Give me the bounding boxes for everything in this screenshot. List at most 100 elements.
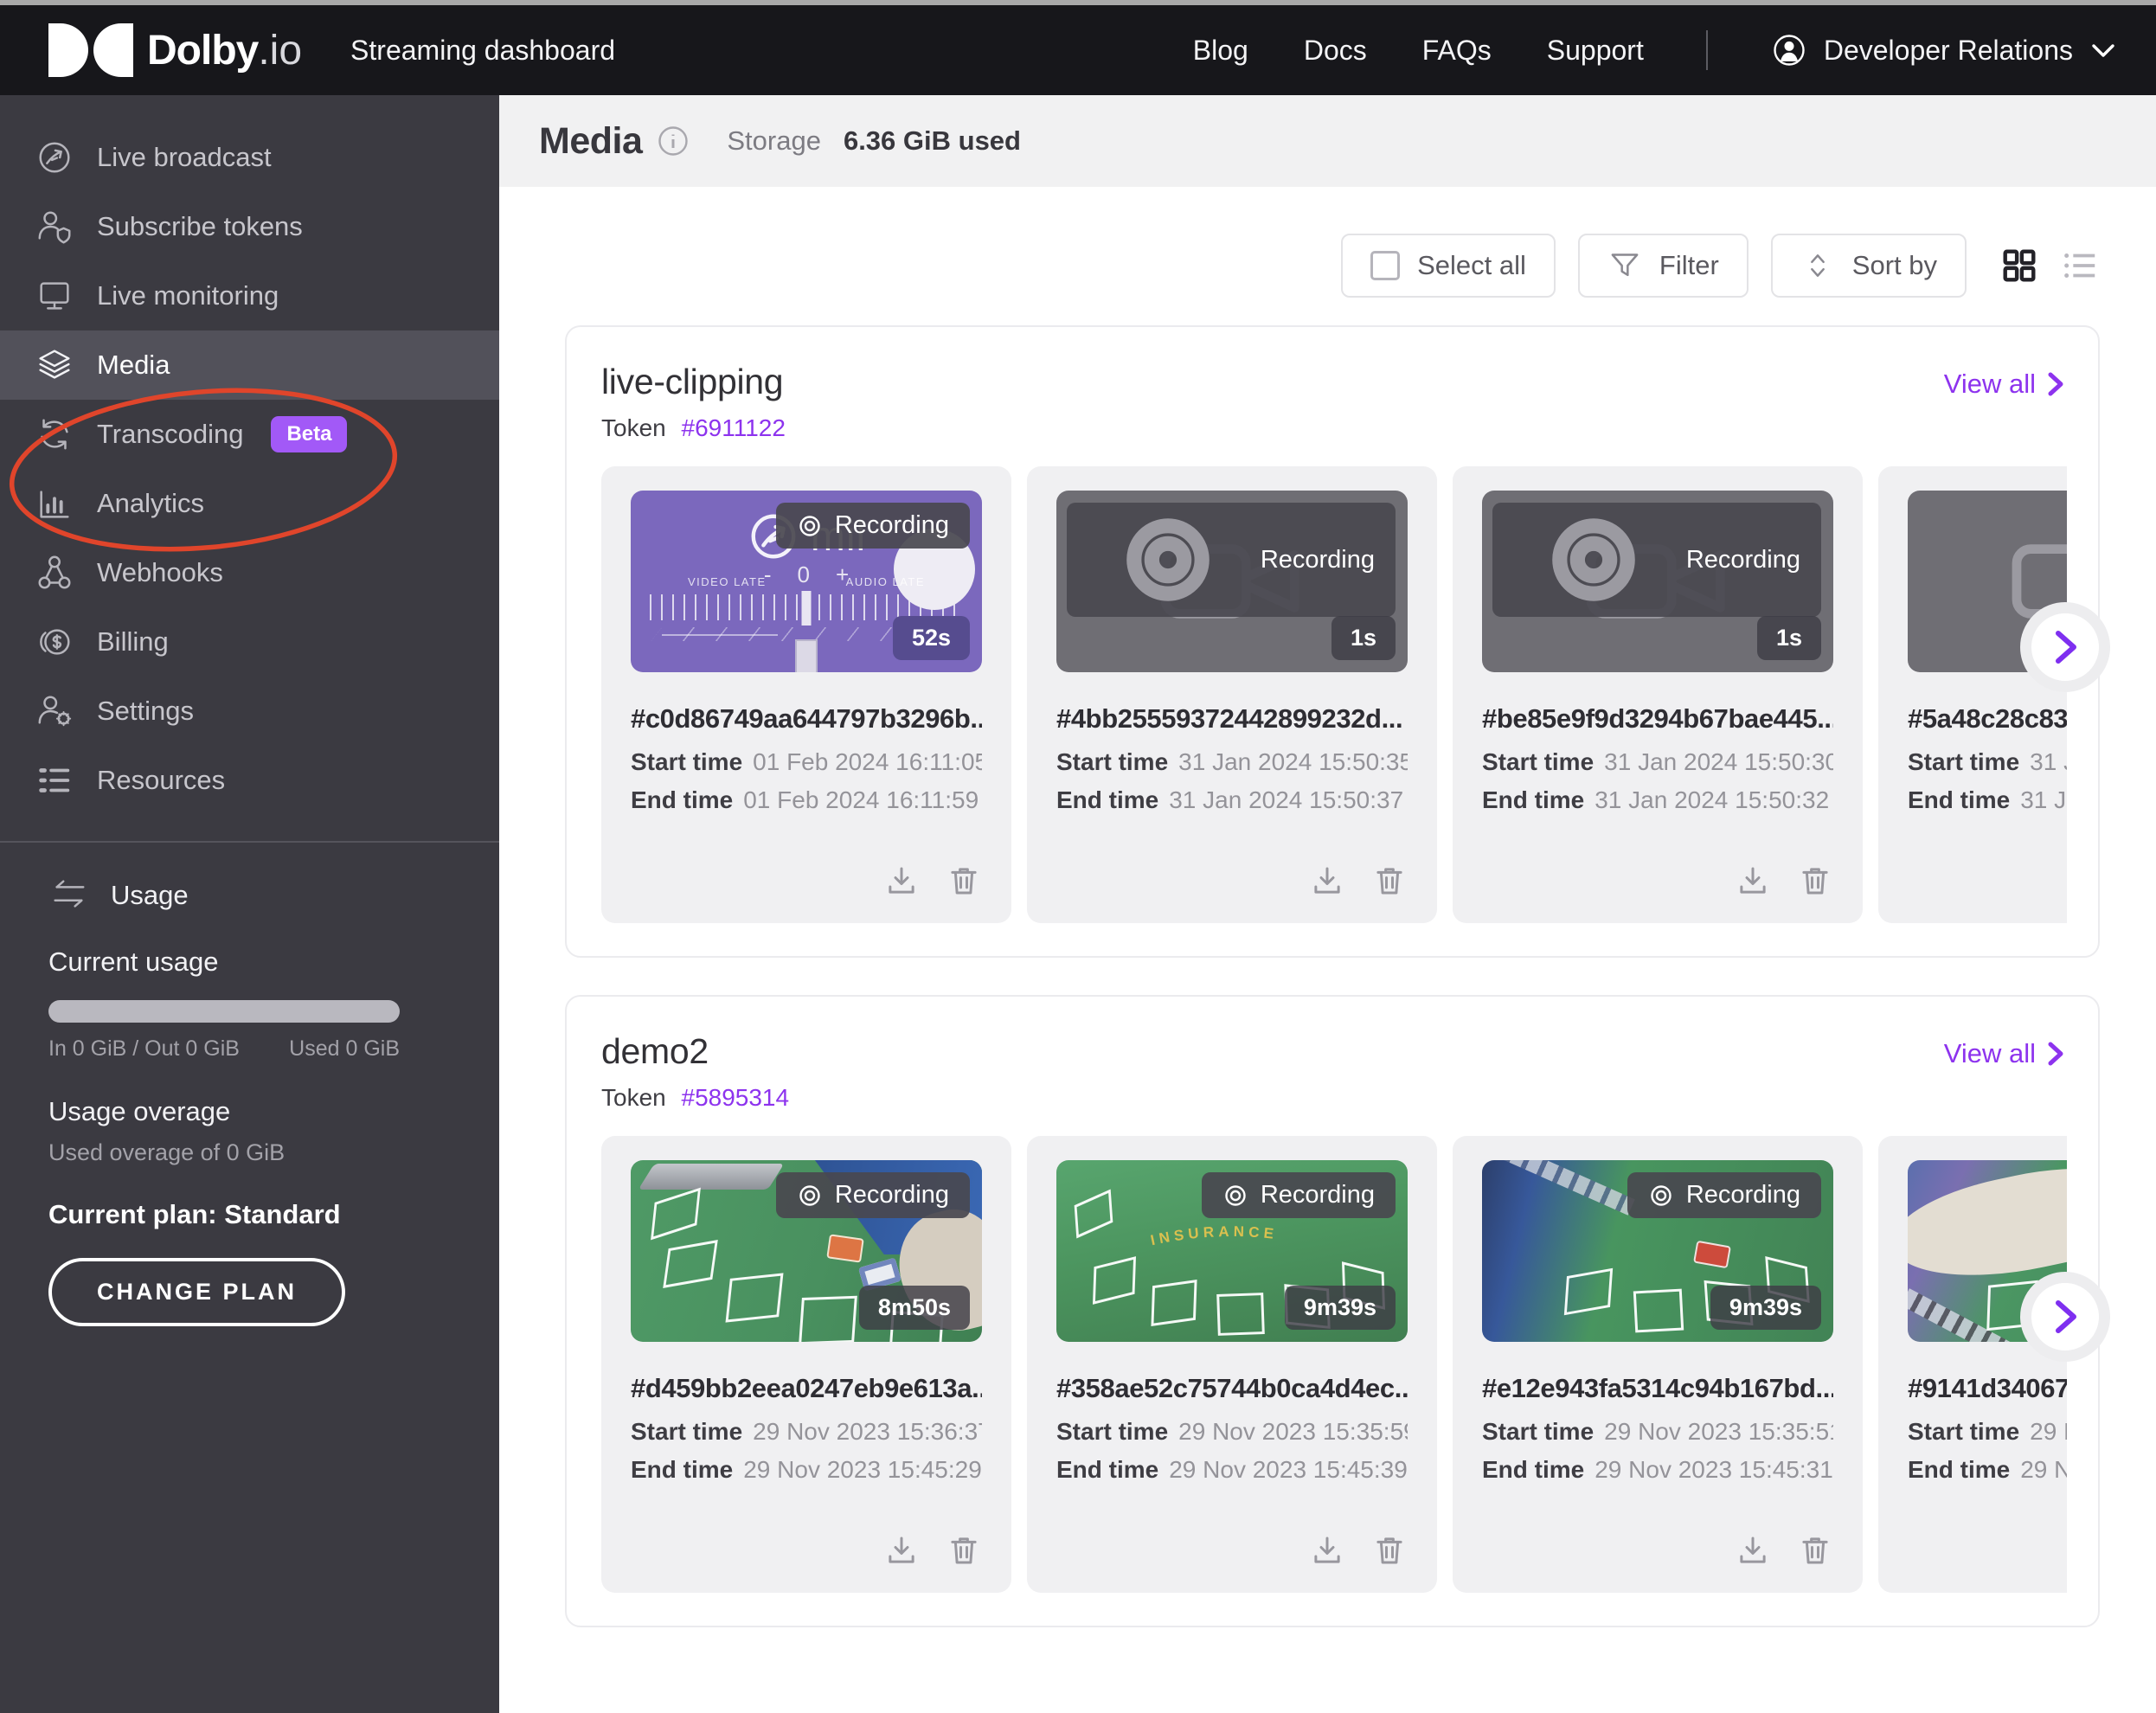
- toolbar: Select all Filter Sort by: [565, 234, 2100, 298]
- start-time-value: 29 Nov 2023 15:35:59: [1178, 1418, 1408, 1445]
- trash-icon: [1371, 863, 1408, 899]
- list-view-icon[interactable]: [2060, 246, 2100, 286]
- refresh-icon: [35, 414, 74, 454]
- select-all-label: Select all: [1417, 250, 1526, 281]
- info-icon[interactable]: [658, 125, 689, 157]
- sidebar-item-resources[interactable]: Resources: [0, 746, 499, 815]
- download-button[interactable]: [1735, 863, 1771, 899]
- sidebar: Live broadcast Subscribe tokens Live mon…: [0, 95, 499, 1713]
- start-time-label: Start time: [1056, 748, 1168, 775]
- start-time-label: Start time: [631, 748, 742, 775]
- sidebar-item-settings[interactable]: Settings: [0, 677, 499, 746]
- sidebar-item-label: Transcoding: [97, 419, 243, 450]
- sidebar-item-label: Live broadcast: [97, 142, 272, 173]
- recording-id: #9141d340670: [1908, 1373, 2067, 1404]
- start-time-value: 29 Nov 2: [2030, 1418, 2067, 1445]
- storage-value: 6.36 GiB used: [844, 125, 1021, 157]
- delete-button[interactable]: [1371, 863, 1408, 899]
- end-time-value: 29 Nov 2023 15:45:39: [1169, 1456, 1408, 1483]
- carousel-next-button[interactable]: [2020, 602, 2110, 692]
- duration-badge: 52s: [893, 616, 970, 660]
- recording-thumbnail[interactable]: Recording 8m50s: [631, 1160, 982, 1342]
- download-icon: [883, 863, 920, 899]
- sidebar-item-live-broadcast[interactable]: Live broadcast: [0, 123, 499, 192]
- start-time-label: Start time: [1908, 748, 2019, 775]
- sidebar-item-label: Settings: [97, 696, 194, 727]
- carousel-next-button[interactable]: [2020, 1272, 2110, 1362]
- select-all-checkbox[interactable]: [1370, 251, 1400, 280]
- video-late-label: VIDEO LATE: [688, 575, 767, 588]
- token-link[interactable]: #5895314: [682, 1084, 790, 1111]
- download-icon: [1735, 863, 1771, 899]
- start-time-label: Start time: [1482, 748, 1594, 775]
- recording-thumbnail[interactable]: mil -0+ VIDEO LATE AUDIO LATE: [631, 491, 982, 672]
- delete-button[interactable]: [1797, 1532, 1833, 1569]
- stream-section-live-clipping: live-clipping Token #6911122 View all: [565, 325, 2100, 958]
- nav-link-support[interactable]: Support: [1547, 35, 1644, 67]
- end-time-value: 31 Jan 2024 15:50:37: [1169, 786, 1403, 813]
- delete-button[interactable]: [1371, 1532, 1408, 1569]
- recording-card: mil -0+ VIDEO LATE AUDIO LATE: [601, 466, 1011, 923]
- recording-thumbnail[interactable]: Recording 1s: [1482, 491, 1833, 672]
- select-all-button[interactable]: Select all: [1341, 234, 1556, 298]
- delete-button[interactable]: [1797, 863, 1833, 899]
- funnel-icon: [1607, 248, 1642, 283]
- recording-thumbnail[interactable]: Recording 1s: [1056, 491, 1408, 672]
- delete-button[interactable]: [946, 1532, 982, 1569]
- start-time-label: Start time: [631, 1418, 742, 1445]
- section-title: live-clipping: [601, 362, 786, 402]
- sidebar-item-analytics[interactable]: Analytics: [0, 469, 499, 538]
- sidebar-item-billing[interactable]: Billing: [0, 607, 499, 677]
- sort-by-button[interactable]: Sort by: [1771, 234, 1967, 298]
- recording-id: #5a48c28c8368: [1908, 703, 2067, 735]
- recording-thumbnail[interactable]: Recording 9m39s: [1482, 1160, 1833, 1342]
- trash-icon: [1797, 863, 1833, 899]
- recording-card: Recording 8m50s #d459bb2eea0247eb9e613a.…: [601, 1136, 1011, 1593]
- change-plan-button[interactable]: CHANGE PLAN: [48, 1258, 345, 1326]
- start-time-label: Start time: [1908, 1418, 2019, 1445]
- account-menu[interactable]: Developer Relations: [1770, 31, 2118, 69]
- dolby-logo[interactable]: Dolby.io: [48, 23, 302, 77]
- nav-link-faqs[interactable]: FAQs: [1422, 35, 1492, 67]
- nav-link-docs[interactable]: Docs: [1304, 35, 1367, 67]
- gauge-scale: -0+: [764, 561, 849, 588]
- end-time-label: End time: [1056, 786, 1158, 813]
- svg-text:INSURANCE: INSURANCE: [1149, 1223, 1279, 1248]
- list-icon: [35, 760, 74, 800]
- sidebar-item-media[interactable]: Media: [0, 330, 499, 400]
- token-link[interactable]: #6911122: [682, 414, 786, 441]
- end-time-label: End time: [1908, 786, 2010, 813]
- end-time-label: End time: [1056, 1456, 1158, 1483]
- filter-label: Filter: [1659, 250, 1719, 281]
- recording-thumbnail[interactable]: INSURANCE Recording: [1056, 1160, 1408, 1342]
- coin-dollar-icon: [35, 622, 74, 662]
- download-icon: [1735, 1532, 1771, 1569]
- sidebar-item-subscribe-tokens[interactable]: Subscribe tokens: [0, 192, 499, 261]
- view-all-link[interactable]: View all: [1944, 369, 2067, 400]
- layers-icon: [35, 345, 74, 385]
- end-time-label: End time: [1482, 1456, 1584, 1483]
- duration-badge: 8m50s: [859, 1286, 970, 1330]
- usage-progress-bar: [48, 1000, 400, 1023]
- delete-button[interactable]: [946, 863, 982, 899]
- grid-view-icon[interactable]: [1999, 246, 2039, 286]
- filter-button[interactable]: Filter: [1578, 234, 1749, 298]
- download-button[interactable]: [1309, 863, 1345, 899]
- current-usage-label: Current usage: [48, 946, 451, 978]
- sidebar-item-label: Analytics: [97, 488, 204, 519]
- start-time-label: Start time: [1482, 1418, 1594, 1445]
- end-time-value: 29 Nov 2: [2020, 1456, 2067, 1483]
- sidebar-item-transcoding[interactable]: Transcoding Beta: [0, 400, 499, 469]
- usage-overage-text: Used overage of 0 GiB: [48, 1139, 451, 1166]
- view-all-link[interactable]: View all: [1944, 1038, 2067, 1069]
- sidebar-item-live-monitoring[interactable]: Live monitoring: [0, 261, 499, 330]
- account-name: Developer Relations: [1824, 35, 2073, 67]
- download-button[interactable]: [883, 1532, 920, 1569]
- nav-link-blog[interactable]: Blog: [1193, 35, 1248, 67]
- download-button[interactable]: [1735, 1532, 1771, 1569]
- sidebar-item-webhooks[interactable]: Webhooks: [0, 538, 499, 607]
- download-button[interactable]: [1309, 1532, 1345, 1569]
- recording-badge: Recording: [1067, 503, 1396, 617]
- download-button[interactable]: [883, 863, 920, 899]
- gauge-slider: [795, 639, 818, 672]
